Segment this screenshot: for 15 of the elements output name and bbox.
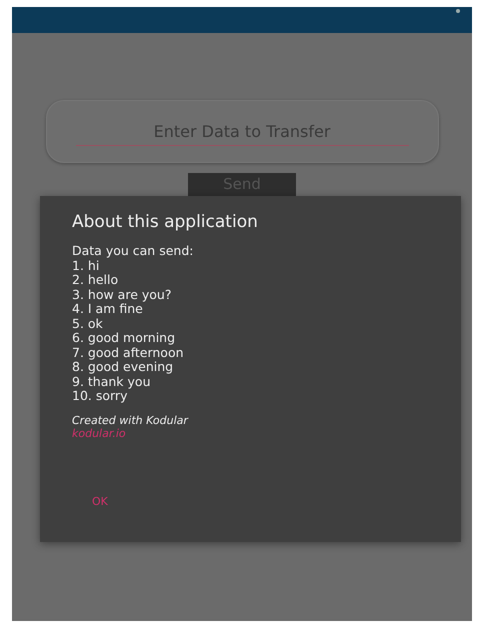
- list-item: 8. good evening: [72, 360, 174, 374]
- list-item: 5. ok: [72, 316, 104, 331]
- list-item: 2. hello: [72, 273, 120, 288]
- dialog-text: Data you can send:: [72, 244, 194, 258]
- list-item: 3. how are you?: [72, 288, 172, 302]
- list-item: 7. good afternoon: [72, 346, 184, 360]
- ok-button[interactable]: OK: [86, 491, 114, 512]
- dialog-title: About this application: [72, 212, 258, 232]
- list-item: 9. thank you: [72, 374, 150, 389]
- link[interactable]: kodular.io: [72, 426, 126, 440]
- list-item: 10. sorry: [72, 389, 128, 404]
- list-item: 1. hi: [72, 258, 100, 273]
- credit-text: Created with Kodular: [72, 414, 188, 426]
- list-item: 4. I am fine: [72, 302, 143, 316]
- list-item: 6. good morning: [72, 331, 176, 346]
